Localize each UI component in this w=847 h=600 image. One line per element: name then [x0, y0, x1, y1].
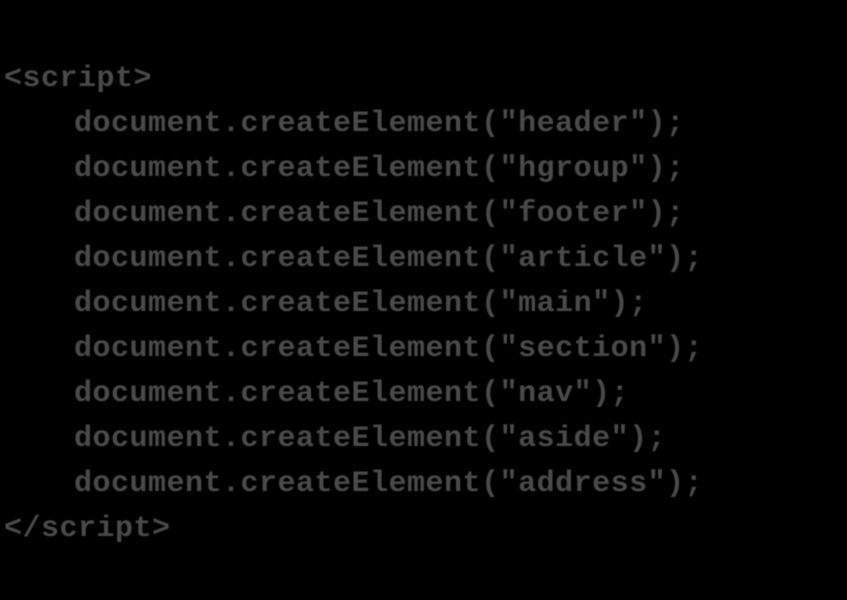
code-line: document.createElement("hgroup");: [4, 152, 685, 186]
code-line: document.createElement("section");: [4, 332, 703, 366]
script-open-tag: <script>: [4, 62, 152, 96]
code-line: document.createElement("article");: [4, 242, 703, 276]
code-line: document.createElement("aside");: [4, 422, 666, 456]
code-line: document.createElement("address");: [4, 467, 703, 501]
code-line: document.createElement("footer");: [4, 197, 685, 231]
code-line: document.createElement("main");: [4, 287, 648, 321]
code-line: document.createElement("header");: [4, 107, 685, 141]
code-snippet: <script> document.createElement("header"…: [0, 0, 847, 564]
script-close-tag: </script>: [4, 512, 171, 546]
code-line: document.createElement("nav");: [4, 377, 629, 411]
